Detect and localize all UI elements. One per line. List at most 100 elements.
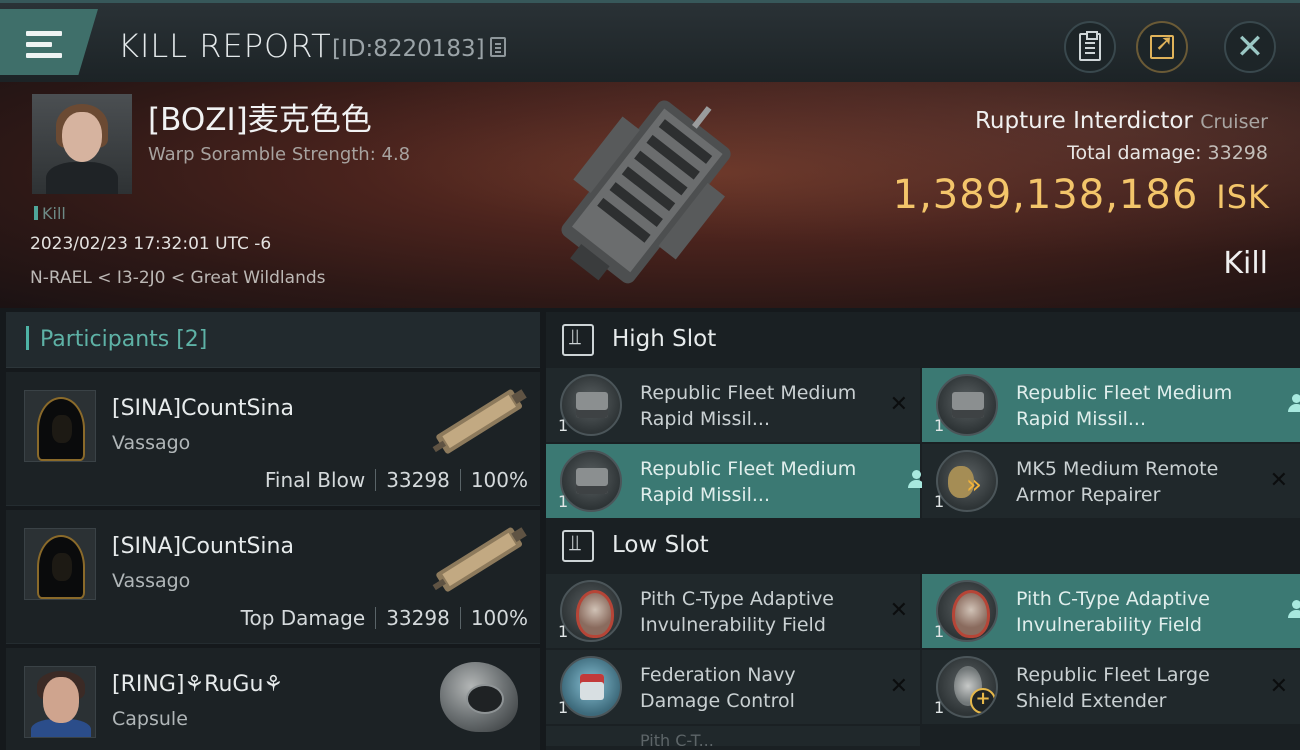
- module-item[interactable]: 1 Republic Fleet Large Shield Extender ✕: [922, 650, 1300, 724]
- module-item[interactable]: 1 Pith C-Type Adaptive Invulnerability F…: [922, 574, 1300, 648]
- participant-stats: Top Damage 33298 100%: [241, 606, 528, 630]
- destroyed-icon: ✕: [1269, 468, 1288, 493]
- module-quantity: 1: [934, 622, 945, 641]
- participant-card[interactable]: [SINA]CountSina Vassago Final Blow 33298…: [6, 372, 540, 506]
- low-slot-icon: [562, 530, 594, 562]
- result-label: Kill: [1223, 246, 1268, 281]
- victim-portrait[interactable]: [32, 94, 132, 194]
- high-slot-icon: [562, 324, 594, 356]
- participant-card[interactable]: [RING]⚘RuGu⚘ Capsule: [6, 648, 540, 750]
- module-item[interactable]: 1 Federation Navy Damage Control ✕: [546, 650, 920, 724]
- participant-percent: 100%: [470, 468, 528, 492]
- participant-percent: 100%: [470, 606, 528, 630]
- header-bar: KILL REPORT [ID:8220183] ✕: [0, 0, 1300, 82]
- total-damage-value: 33298: [1207, 142, 1268, 164]
- participant-name: [RING]⚘RuGu⚘: [112, 672, 284, 697]
- module-name: Pith C-Type Adaptive Invulnerability Fie…: [640, 588, 834, 636]
- high-slot-title: High Slot: [612, 326, 717, 352]
- module-quantity: 1: [934, 698, 945, 717]
- low-slot-grid: 1 Pith C-Type Adaptive Invulnerability F…: [546, 574, 1300, 724]
- victim-name[interactable]: [BOZI]麦克色色: [148, 94, 372, 139]
- module-item[interactable]: 1 Republic Fleet Medium Rapid Missil... …: [546, 368, 920, 442]
- armor-repairer-icon: [936, 450, 998, 512]
- low-slot-header: Low Slot: [546, 518, 1300, 574]
- participant-role: Top Damage: [240, 606, 366, 630]
- destroyed-icon: ✕: [1269, 674, 1288, 699]
- participants-panel: Participants [2] [SINA]CountSina Vassago…: [6, 312, 540, 750]
- module-quantity: 1: [558, 416, 569, 435]
- destroyed-icon: ✕: [889, 392, 908, 417]
- avatar: [24, 390, 96, 462]
- module-item[interactable]: 1 Pith C-Type Adaptive Invulnerability F…: [546, 574, 920, 648]
- total-damage: Total damage: 33298: [1067, 142, 1268, 164]
- participant-ship: Vassago: [112, 570, 191, 592]
- participant-damage: 33298: [386, 468, 450, 492]
- ship-render: [561, 100, 731, 284]
- damage-control-icon: [560, 656, 622, 718]
- participant-name: [SINA]CountSina: [112, 396, 294, 421]
- destroyed-icon: ✕: [889, 598, 908, 623]
- menu-button[interactable]: [0, 9, 98, 75]
- module-item-partial[interactable]: Pith C-T...: [546, 726, 920, 746]
- invulnerability-field-icon: [560, 580, 622, 642]
- module-item[interactable]: 1 Republic Fleet Medium Rapid Missil...: [922, 368, 1300, 442]
- participant-card[interactable]: [SINA]CountSina Vassago Top Damage 33298…: [6, 510, 540, 644]
- module-quantity: 1: [558, 622, 569, 641]
- avatar: [24, 528, 96, 600]
- participants-title: Participants [2]: [40, 327, 208, 352]
- total-damage-label: Total damage:: [1067, 142, 1202, 164]
- copy-id-icon[interactable]: [490, 37, 506, 57]
- close-icon: ✕: [1235, 27, 1265, 67]
- module-name: Republic Fleet Large Shield Extender: [1016, 664, 1210, 712]
- module-item[interactable]: 1 Republic Fleet Medium Rapid Missil...: [546, 444, 925, 518]
- participants-header: Participants [2]: [6, 312, 540, 368]
- shield-extender-icon: [936, 656, 998, 718]
- clipboard-icon: [1079, 31, 1101, 61]
- participant-ship: Vassago: [112, 432, 191, 454]
- victim-ship[interactable]: Rupture Interdictor Cruiser: [975, 108, 1268, 134]
- missile-launcher-icon: [560, 450, 622, 512]
- isk-amount: 1,389,138,186: [892, 172, 1199, 218]
- hamburger-menu-icon: [26, 31, 62, 59]
- module-name: Pith C-Type Adaptive Invulnerability Fie…: [1016, 588, 1210, 636]
- kill-location[interactable]: N-RAEL < I3-2J0 < Great Wildlands: [30, 268, 326, 288]
- module-quantity: 1: [558, 698, 569, 717]
- participant-ship: Capsule: [112, 708, 188, 730]
- victim-ship-name: Rupture Interdictor: [974, 108, 1193, 134]
- share-icon: [1150, 31, 1174, 59]
- module-name: Federation Navy Damage Control: [640, 664, 796, 712]
- avatar: [24, 666, 96, 738]
- report-id: [ID:8220183]: [332, 36, 485, 62]
- fitting-panel: High Slot 1 Republic Fleet Medium Rapid …: [546, 312, 1300, 750]
- module-name: Republic Fleet Medium Rapid Missil...: [640, 382, 857, 430]
- participant-role: Final Blow: [264, 468, 366, 492]
- kill-tag: Kill: [34, 204, 66, 223]
- victim-stat: Warp Soramble Strength: 4.8: [148, 144, 411, 165]
- capsule-icon: [440, 662, 518, 732]
- victim-ship-class: Cruiser: [1200, 111, 1268, 133]
- module-name: Republic Fleet Medium Rapid Missil...: [640, 458, 857, 506]
- isk-unit: ISK: [1216, 178, 1270, 216]
- high-slot-grid: 1 Republic Fleet Medium Rapid Missil... …: [546, 368, 1300, 518]
- high-slot-header: High Slot: [546, 312, 1300, 368]
- participant-name: [SINA]CountSina: [112, 534, 294, 559]
- page-title: KILL REPORT: [118, 27, 332, 65]
- participant-ship-icon: [432, 527, 527, 592]
- missile-launcher-icon: [936, 374, 998, 436]
- module-quantity: 1: [558, 492, 569, 511]
- module-name: Republic Fleet Medium Rapid Missil...: [1016, 382, 1233, 430]
- module-name: MK5 Medium Remote Armor Repairer: [1016, 458, 1219, 506]
- kill-datetime: 2023/02/23 17:32:01 UTC -6: [30, 234, 272, 254]
- module-quantity: 1: [934, 492, 945, 511]
- share-button[interactable]: [1136, 21, 1188, 73]
- victim-summary: [BOZI]麦克色色 Warp Soramble Strength: 4.8 K…: [0, 82, 1300, 308]
- module-quantity: 1: [934, 416, 945, 435]
- participant-stats: Final Blow 33298 100%: [265, 468, 528, 492]
- module-name: Pith C-T...: [640, 731, 714, 746]
- module-item[interactable]: 1 MK5 Medium Remote Armor Repairer ✕: [922, 444, 1300, 518]
- close-button[interactable]: ✕: [1224, 21, 1276, 73]
- participant-damage: 33298: [386, 606, 450, 630]
- low-slot-title: Low Slot: [612, 532, 709, 558]
- isk-value: 1,389,138,186 ISK: [893, 172, 1270, 218]
- clipboard-button[interactable]: [1064, 21, 1116, 73]
